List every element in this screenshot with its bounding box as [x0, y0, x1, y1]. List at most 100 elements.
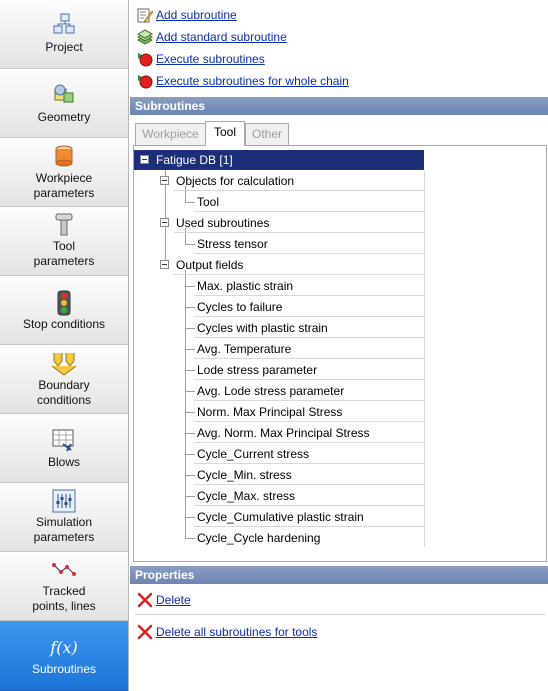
tree-leaf-label: Lode stress parameter: [197, 363, 318, 377]
nav-item-stop-conditions[interactable]: Stop conditions: [0, 276, 128, 345]
tree-leaf-row[interactable]: Cycle_Cumulative plastic strain: [134, 507, 424, 527]
nav-item-simulation-parameters[interactable]: Simulation parameters: [0, 483, 128, 552]
delete-all-label: Delete all subroutines for tools: [156, 625, 318, 639]
tree-leaf-row[interactable]: Cycle_Cycle hardening: [134, 528, 424, 548]
nav-label: Project: [45, 40, 83, 54]
tree-leaf-row[interactable]: Avg. Norm. Max Principal Stress: [134, 423, 424, 443]
tree-leaf-row[interactable]: Cycle_Max. stress: [134, 486, 424, 506]
nav-label: conditions: [36, 393, 92, 407]
boundary-arrows-icon: [51, 353, 77, 376]
nav-item-tracked-points[interactable]: Tracked points, lines: [0, 552, 128, 621]
tree-leaf-label: Stress tensor: [197, 237, 268, 251]
divider: [135, 614, 545, 615]
nav-label: Blows: [47, 455, 80, 469]
execute-whole-chain-label: Execute subroutines for whole chain: [156, 74, 349, 88]
tree-leaf-row[interactable]: Cycles to failure: [134, 297, 424, 317]
collapse-toggle-icon[interactable]: [160, 218, 169, 227]
nav-item-boundary-conditions[interactable]: Boundary conditions: [0, 345, 128, 414]
nav-label: points, lines: [32, 599, 96, 613]
execute-whole-chain-link[interactable]: Execute subroutines for whole chain: [137, 72, 349, 90]
tree-root-row[interactable]: Fatigue DB [1]: [134, 150, 424, 170]
tree-leaf-row[interactable]: Norm. Max Principal Stress: [134, 402, 424, 422]
add-standard-subroutine-link[interactable]: Add standard subroutine: [137, 28, 287, 46]
edit-pencil-icon: [137, 8, 153, 23]
tree-leaf-label: Cycles to failure: [197, 300, 283, 314]
project-icon: [53, 13, 75, 34]
nav-label: Boundary: [38, 378, 90, 392]
nav-label: Subroutines: [31, 662, 97, 676]
add-subroutine-label: Add subroutine: [156, 8, 237, 22]
nav-item-subroutines[interactable]: f(x) Subroutines: [0, 621, 128, 691]
tree-leaf-row[interactable]: Cycles with plastic strain: [134, 318, 424, 338]
delete-all-link[interactable]: Delete all subroutines for tools: [137, 623, 317, 641]
books-icon: [137, 29, 153, 45]
delete-all-icon: [137, 624, 153, 640]
nav-label: Geometry: [37, 110, 91, 124]
nav-item-blows[interactable]: Blows: [0, 414, 128, 483]
nav-item-project[interactable]: Project: [0, 0, 128, 69]
tree-leaf-label: Cycle_Max. stress: [197, 489, 296, 503]
nav-label: parameters: [33, 254, 95, 268]
tab-other[interactable]: Other: [245, 123, 289, 145]
column-divider: [424, 171, 425, 547]
subroutines-header: Subroutines: [130, 97, 548, 115]
delete-link[interactable]: Delete: [137, 591, 191, 609]
blows-icon: [52, 429, 74, 452]
tree-leaf-label: Avg. Lode stress parameter: [197, 384, 345, 398]
tree-leaf-label: Cycle_Cycle hardening: [197, 531, 321, 545]
tree-leaf-label: Cycle_Cumulative plastic strain: [197, 510, 364, 524]
execute-subroutines-label: Execute subroutines: [156, 52, 265, 66]
add-standard-subroutine-label: Add standard subroutine: [156, 30, 287, 44]
tree-group-label: Used subroutines: [176, 216, 270, 230]
tree-leaf-row[interactable]: Stress tensor: [134, 234, 424, 254]
nav-label: parameters: [33, 186, 95, 200]
tracked-points-icon: [52, 563, 76, 576]
nav-label: parameters: [33, 530, 95, 544]
collapse-toggle-icon[interactable]: [160, 176, 169, 185]
tree-leaf-label: Avg. Temperature: [197, 342, 292, 356]
subroutine-tree: Fatigue DB [1] Objects for calculation T…: [133, 145, 547, 562]
nav-item-geometry[interactable]: Geometry: [0, 69, 128, 138]
delete-icon: [137, 592, 153, 608]
workpiece-icon: [55, 145, 73, 167]
sliders-icon: [52, 489, 76, 513]
tree-leaf-row[interactable]: Avg. Temperature: [134, 339, 424, 359]
tree-leaf-label: Tool: [197, 195, 220, 209]
properties-header: Properties: [130, 566, 548, 584]
tab-workpiece[interactable]: Workpiece: [135, 123, 206, 145]
nav-label: Stop conditions: [22, 317, 106, 331]
tree-leaf-label: Max. plastic strain: [197, 279, 294, 293]
tree-leaf-row[interactable]: Cycle_Current stress: [134, 444, 424, 464]
collapse-toggle-icon[interactable]: [140, 155, 149, 164]
tree-leaf-row[interactable]: Avg. Lode stress parameter: [134, 381, 424, 401]
tree-leaf-label: Cycle_Min. stress: [197, 468, 292, 482]
function-icon: f(x): [50, 638, 78, 657]
tree-group-row[interactable]: Used subroutines: [134, 213, 424, 233]
tool-icon: [55, 213, 73, 236]
add-subroutine-link[interactable]: Add subroutine: [137, 6, 237, 24]
traffic-light-icon: [57, 290, 71, 316]
tree-group-label: Objects for calculation: [176, 174, 295, 188]
tree-group-row[interactable]: Output fields: [134, 255, 424, 275]
nav-item-workpiece-parameters[interactable]: Workpiece parameters: [0, 138, 128, 207]
tree-leaf-row[interactable]: Max. plastic strain: [134, 276, 424, 296]
tree-leaf-label: Cycle_Current stress: [197, 447, 310, 461]
tree-leaf-label: Avg. Norm. Max Principal Stress: [197, 426, 370, 440]
execute-icon: [138, 53, 153, 67]
nav-item-tool-parameters[interactable]: Tool parameters: [0, 207, 128, 276]
collapse-toggle-icon[interactable]: [160, 260, 169, 269]
tree-leaf-row[interactable]: Cycle_Min. stress: [134, 465, 424, 485]
nav-label: Tracked: [42, 584, 86, 598]
tree-leaf-label: Norm. Max Principal Stress: [197, 405, 343, 419]
tree-group-row[interactable]: Objects for calculation: [134, 171, 424, 191]
tree-leaf-row[interactable]: Tool: [134, 192, 424, 212]
tree-leaf-row[interactable]: Lode stress parameter: [134, 360, 424, 380]
tree-leaf-label: Cycles with plastic strain: [197, 321, 328, 335]
execute-subroutines-link[interactable]: Execute subroutines: [137, 50, 265, 68]
navigation-panel: Project Geometry Workpiece parameters To…: [0, 0, 129, 691]
nav-label: Workpiece: [35, 171, 93, 185]
nav-label: Simulation: [35, 515, 93, 529]
tab-tool[interactable]: Tool: [205, 121, 245, 146]
nav-label: Tool: [52, 239, 75, 253]
tree-group-label: Output fields: [176, 258, 244, 272]
